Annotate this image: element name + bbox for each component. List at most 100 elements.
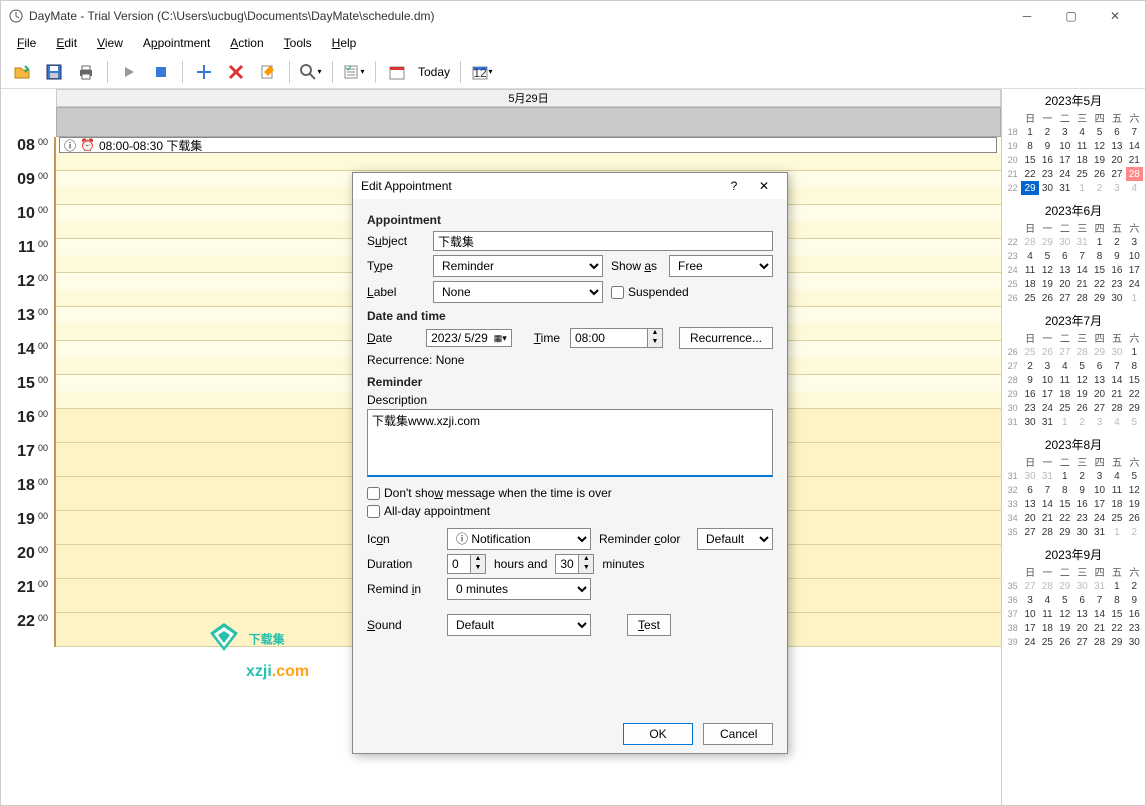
calendar-day[interactable]: 28 (1039, 525, 1056, 539)
calendar-day[interactable]: 13 (1074, 607, 1091, 621)
calendar-day[interactable]: 31 (1039, 415, 1056, 429)
calendar-day[interactable]: 28 (1039, 579, 1056, 593)
allday-row[interactable] (56, 107, 1001, 137)
calendar-day[interactable]: 29 (1108, 635, 1125, 649)
calendar-day[interactable]: 6 (1021, 483, 1038, 497)
calendar-day[interactable]: 6 (1091, 359, 1108, 373)
menu-view[interactable]: View (89, 34, 131, 52)
calendar-day[interactable]: 8 (1091, 249, 1108, 263)
calendar-day[interactable]: 23 (1074, 511, 1091, 525)
calendar-day[interactable]: 12 (1126, 483, 1143, 497)
calendar-day[interactable]: 5 (1126, 469, 1143, 483)
calendar-day[interactable]: 15 (1126, 373, 1143, 387)
calendar-day[interactable]: 27 (1056, 345, 1073, 359)
calendar-day[interactable]: 20 (1056, 277, 1073, 291)
calendar-day[interactable]: 19 (1056, 621, 1073, 635)
calendar-day[interactable]: 23 (1108, 277, 1125, 291)
calendar-day[interactable]: 27 (1074, 635, 1091, 649)
calendar-day[interactable]: 18 (1056, 387, 1073, 401)
calendar-day[interactable]: 31 (1091, 525, 1108, 539)
calendar-day[interactable]: 5 (1056, 593, 1073, 607)
calendar-day[interactable]: 12 (1074, 373, 1091, 387)
calendar-day[interactable]: 31 (1039, 469, 1056, 483)
calendar-day[interactable]: 9 (1126, 593, 1143, 607)
calendar-day[interactable]: 30 (1074, 579, 1091, 593)
menu-edit[interactable]: Edit (48, 34, 85, 52)
calendar-day[interactable]: 29 (1021, 181, 1038, 195)
menu-help[interactable]: Help (324, 34, 365, 52)
open-button[interactable] (7, 57, 37, 87)
print-button[interactable] (71, 57, 101, 87)
label-select[interactable]: None (433, 281, 603, 303)
calendar-day[interactable]: 10 (1039, 373, 1056, 387)
calendar-day[interactable]: 8 (1021, 139, 1038, 153)
calendar-day[interactable]: 28 (1108, 401, 1125, 415)
calendar-day[interactable]: 3 (1108, 181, 1125, 195)
calendar-day[interactable]: 2 (1074, 469, 1091, 483)
calendar-day[interactable]: 18 (1021, 277, 1038, 291)
calendar-day[interactable]: 4 (1108, 469, 1125, 483)
calendar-day[interactable]: 7 (1108, 359, 1125, 373)
edit-button[interactable] (253, 57, 283, 87)
calendar-day[interactable]: 7 (1039, 483, 1056, 497)
calendar-day[interactable]: 8 (1056, 483, 1073, 497)
calendar-day[interactable]: 5 (1126, 415, 1143, 429)
calendar-day[interactable]: 26 (1091, 167, 1108, 181)
calendar-day[interactable]: 23 (1039, 167, 1056, 181)
icon-select[interactable]: ⓘ Notification (447, 528, 591, 550)
save-button[interactable] (39, 57, 69, 87)
calendar-day[interactable]: 7 (1074, 249, 1091, 263)
type-select[interactable]: Reminder (433, 255, 603, 277)
calendar-day[interactable]: 5 (1074, 359, 1091, 373)
delete-button[interactable] (221, 57, 251, 87)
calendar-day[interactable]: 26 (1039, 345, 1056, 359)
calendar-day[interactable]: 28 (1021, 235, 1038, 249)
calendar-day[interactable]: 10 (1126, 249, 1143, 263)
calendar-day[interactable]: 6 (1074, 593, 1091, 607)
minical-title[interactable]: 2023年5月 (1004, 91, 1143, 110)
calendar-day[interactable]: 21 (1091, 621, 1108, 635)
calendar-day[interactable]: 26 (1056, 635, 1073, 649)
calendar-day[interactable]: 13 (1021, 497, 1038, 511)
today-label[interactable]: Today (414, 65, 454, 79)
calendar-day[interactable]: 22 (1126, 387, 1143, 401)
calendar-day[interactable]: 6 (1108, 125, 1125, 139)
calendar-day[interactable]: 25 (1039, 635, 1056, 649)
calendar-day[interactable]: 29 (1091, 345, 1108, 359)
calendar-day[interactable]: 30 (1126, 635, 1143, 649)
date-nav-button[interactable]: 12▾ (467, 57, 497, 87)
calendar-day[interactable]: 4 (1108, 415, 1125, 429)
ok-button[interactable]: OK (623, 723, 693, 745)
calendar-day[interactable]: 15 (1091, 263, 1108, 277)
calendar-day[interactable]: 23 (1021, 401, 1038, 415)
calendar-day[interactable]: 7 (1126, 125, 1143, 139)
calendar-day[interactable]: 10 (1021, 607, 1038, 621)
date-input[interactable]: 2023/ 5/29▦▾ (426, 329, 512, 347)
calendar-day[interactable]: 28 (1126, 167, 1143, 181)
calendar-day[interactable]: 29 (1091, 291, 1108, 305)
calendar-day[interactable]: 6 (1056, 249, 1073, 263)
calendar-day[interactable]: 20 (1021, 511, 1038, 525)
calendar-day[interactable]: 29 (1056, 525, 1073, 539)
calendar-day[interactable]: 25 (1021, 291, 1038, 305)
calendar-day[interactable]: 28 (1091, 635, 1108, 649)
calendar-day[interactable]: 16 (1126, 607, 1143, 621)
calendar-day[interactable]: 20 (1091, 387, 1108, 401)
calendar-day[interactable]: 2 (1021, 359, 1038, 373)
calendar-day[interactable]: 22 (1108, 621, 1125, 635)
calendar-day[interactable]: 14 (1039, 497, 1056, 511)
menu-appointment[interactable]: Appointment (135, 34, 218, 52)
calendar-day[interactable]: 24 (1126, 277, 1143, 291)
calendar-day[interactable]: 27 (1108, 167, 1125, 181)
recurrence-button[interactable]: Recurrence... (679, 327, 773, 349)
menu-tools[interactable]: Tools (276, 34, 320, 52)
minical-title[interactable]: 2023年9月 (1004, 545, 1143, 564)
calendar-day[interactable]: 31 (1091, 579, 1108, 593)
subject-input[interactable] (433, 231, 773, 251)
calendar-day[interactable]: 1 (1126, 345, 1143, 359)
calendar-day[interactable]: 30 (1021, 415, 1038, 429)
calendar-day[interactable]: 14 (1108, 373, 1125, 387)
calendar-day[interactable]: 17 (1091, 497, 1108, 511)
showas-select[interactable]: Free (669, 255, 773, 277)
calendar-day[interactable]: 28 (1074, 345, 1091, 359)
